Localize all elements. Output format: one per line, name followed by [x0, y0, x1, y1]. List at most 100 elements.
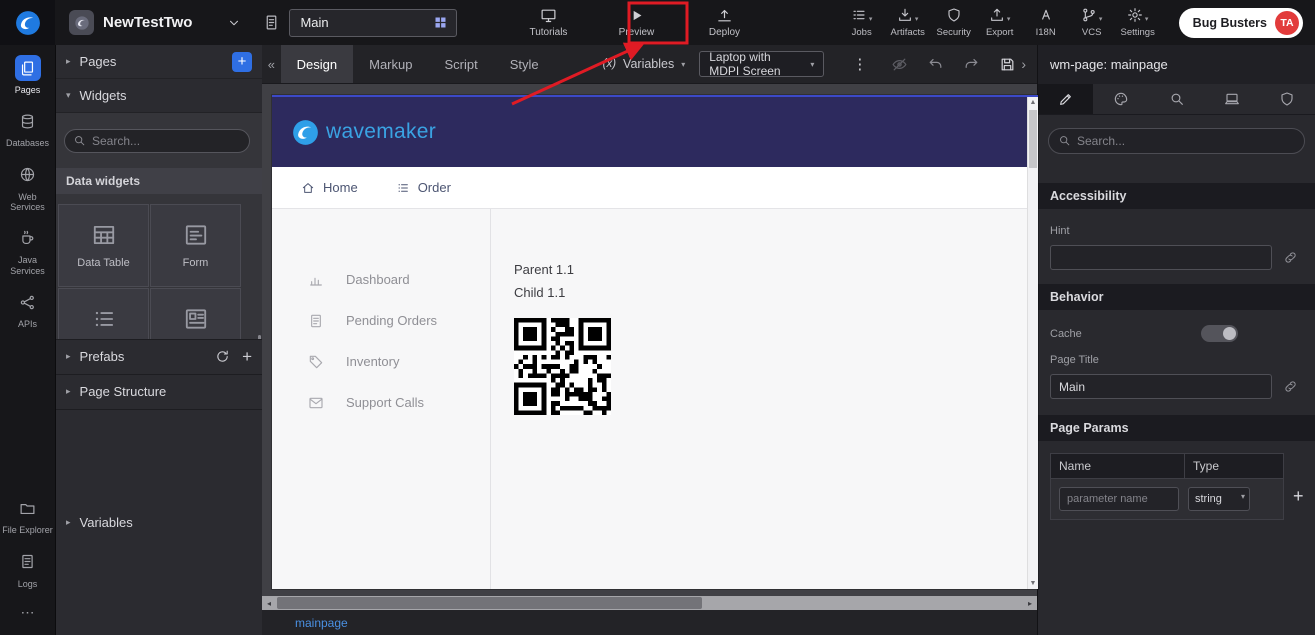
- tutorials-button[interactable]: Tutorials: [521, 7, 575, 38]
- topbar-menu: ▾ Jobs ▾ Artifacts Security ▾ Export I18…: [839, 7, 1161, 38]
- collapse-left-panel-icon[interactable]: «: [262, 57, 281, 72]
- i18n-menu[interactable]: I18N: [1023, 7, 1069, 38]
- scroll-down-icon[interactable]: ▼: [1030, 580, 1037, 587]
- scrollbar-thumb[interactable]: [1029, 110, 1037, 168]
- sidebar-item-web-services[interactable]: Web Services: [0, 156, 55, 220]
- widget-tile-form[interactable]: Form: [150, 204, 241, 287]
- nav-item-home[interactable]: Home: [301, 180, 358, 195]
- cards-icon: [183, 306, 209, 332]
- scroll-left-icon[interactable]: ◂: [267, 599, 271, 608]
- page-title-input[interactable]: [1050, 374, 1272, 399]
- more-menu-icon[interactable]: ⋮: [848, 55, 871, 73]
- scrollbar-thumb[interactable]: [277, 597, 702, 609]
- jobs-menu[interactable]: ▾ Jobs: [839, 7, 885, 38]
- deploy-icon: [716, 7, 733, 24]
- add-prefab-button[interactable]: +: [242, 348, 252, 365]
- tab-design[interactable]: Design: [281, 45, 353, 83]
- add-param-button[interactable]: +: [1293, 487, 1304, 505]
- element-breadcrumb-bar: mainpage: [262, 610, 1037, 635]
- menu-item-pending-orders[interactable]: Pending Orders: [272, 300, 490, 341]
- tab-properties[interactable]: [1038, 84, 1093, 114]
- nav-item-order[interactable]: Order: [396, 180, 451, 195]
- child-label-widget[interactable]: Child 1.1: [514, 281, 1027, 304]
- more-options-icon[interactable]: ⋯: [21, 596, 35, 635]
- param-type-select[interactable]: string: [1188, 487, 1250, 511]
- sidebar-item-logs[interactable]: Logs: [0, 543, 55, 596]
- section-behavior[interactable]: Behavior: [1038, 284, 1315, 310]
- sidebar-item-java-services[interactable]: Java Services: [0, 219, 55, 283]
- team-button[interactable]: Bug Busters TA: [1179, 8, 1303, 38]
- security-menu[interactable]: Security: [931, 7, 977, 38]
- sidebar-item-apis[interactable]: APIs: [0, 283, 55, 336]
- app-logo[interactable]: [0, 0, 55, 45]
- breadcrumb-mainpage[interactable]: mainpage: [295, 616, 348, 630]
- menu-item-dashboard[interactable]: Dashboard: [272, 259, 490, 300]
- device-selector[interactable]: Laptop with MDPI Screen ▾: [699, 51, 824, 77]
- page-canvas[interactable]: wavemaker Home Order: [272, 95, 1038, 589]
- tab-device[interactable]: [1204, 84, 1259, 114]
- canvas-vertical-scrollbar[interactable]: ▲ ▼: [1027, 97, 1038, 589]
- widget-group-data-widgets: Data widgets: [56, 168, 262, 194]
- menu-item-support-calls[interactable]: Support Calls: [272, 382, 490, 423]
- bind-link-icon[interactable]: [1283, 379, 1298, 394]
- page-structure-section-header[interactable]: ▸ Page Structure: [56, 374, 262, 409]
- cache-toggle[interactable]: [1201, 325, 1238, 342]
- parent-label-widget[interactable]: Parent 1.1: [514, 258, 1027, 281]
- tab-script[interactable]: Script: [428, 45, 493, 83]
- vcs-menu[interactable]: ▾ VCS: [1069, 7, 1115, 38]
- variables-section-header[interactable]: ▸ Variables: [56, 409, 262, 635]
- page-selector-box[interactable]: Main: [289, 9, 457, 37]
- topbar-actions: Tutorials Preview Deploy: [521, 7, 751, 38]
- design-canvas-area: wavemaker Home Order: [262, 84, 1037, 592]
- hint-input[interactable]: [1050, 245, 1272, 270]
- refresh-icon[interactable]: [215, 349, 230, 364]
- section-page-params[interactable]: Page Params: [1038, 415, 1315, 441]
- qr-code-image[interactable]: [514, 318, 611, 415]
- param-name-input[interactable]: [1059, 487, 1179, 511]
- collapse-right-panel-icon[interactable]: ›: [1016, 56, 1031, 72]
- widgets-section-header[interactable]: ▾ Widgets: [56, 79, 262, 113]
- pages-section-header[interactable]: ▸ Pages +: [56, 45, 262, 79]
- add-page-button[interactable]: +: [232, 52, 252, 72]
- tab-styles[interactable]: [1093, 84, 1148, 114]
- widget-tile-list[interactable]: List: [58, 288, 149, 339]
- tab-security[interactable]: [1260, 84, 1315, 114]
- hide-preview-eye-icon[interactable]: [891, 56, 908, 73]
- deploy-button[interactable]: Deploy: [697, 7, 751, 38]
- widget-search-input[interactable]: [64, 129, 250, 153]
- variables-dropdown-button[interactable]: (x) Variables ▾: [603, 57, 686, 71]
- settings-menu[interactable]: ▾ Settings: [1115, 7, 1161, 38]
- scroll-right-icon[interactable]: ▸: [1028, 599, 1032, 608]
- canvas-header-widget[interactable]: wavemaker: [272, 97, 1027, 167]
- undo-icon[interactable]: [927, 56, 944, 73]
- save-icon[interactable]: [999, 56, 1016, 73]
- user-avatar[interactable]: TA: [1275, 11, 1299, 35]
- property-search-input[interactable]: [1048, 128, 1305, 154]
- tab-markup[interactable]: Markup: [353, 45, 428, 83]
- project-switcher[interactable]: NewTestTwo: [55, 10, 251, 35]
- canvas-content-widget[interactable]: Parent 1.1 Child 1.1: [491, 209, 1027, 589]
- widget-tile-cards[interactable]: Cards: [150, 288, 241, 339]
- artifacts-menu[interactable]: ▾ Artifacts: [885, 7, 931, 38]
- widget-tile-data-table[interactable]: Data Table: [58, 204, 149, 287]
- tab-style[interactable]: Style: [494, 45, 555, 83]
- chevron-down-icon[interactable]: [227, 16, 241, 30]
- preview-button[interactable]: Preview: [609, 7, 663, 38]
- page-grid-icon[interactable]: [433, 15, 448, 30]
- tab-inspect[interactable]: [1149, 84, 1204, 114]
- sidebar-item-pages[interactable]: Pages: [0, 49, 55, 102]
- canvas-horizontal-scrollbar[interactable]: ◂ ▸: [262, 596, 1037, 610]
- redo-icon[interactable]: [963, 56, 980, 73]
- prefabs-section-header[interactable]: ▸ Prefabs +: [56, 339, 262, 374]
- menu-item-inventory[interactable]: Inventory: [272, 341, 490, 382]
- scroll-up-icon[interactable]: ▲: [1030, 99, 1037, 106]
- sidebar-item-file-explorer[interactable]: File Explorer: [0, 489, 55, 542]
- bind-link-icon[interactable]: [1283, 250, 1298, 265]
- left-panel-scrollbar[interactable]: [258, 335, 261, 339]
- section-accessibility[interactable]: Accessibility: [1038, 183, 1315, 209]
- canvas-left-nav-widget[interactable]: Dashboard Pending Orders Inventory: [272, 209, 491, 589]
- canvas-navbar-widget[interactable]: Home Order: [272, 167, 1027, 209]
- page-title-label: Page Title: [1050, 354, 1303, 366]
- sidebar-item-databases[interactable]: Databases: [0, 102, 55, 155]
- export-menu[interactable]: ▾ Export: [977, 7, 1023, 38]
